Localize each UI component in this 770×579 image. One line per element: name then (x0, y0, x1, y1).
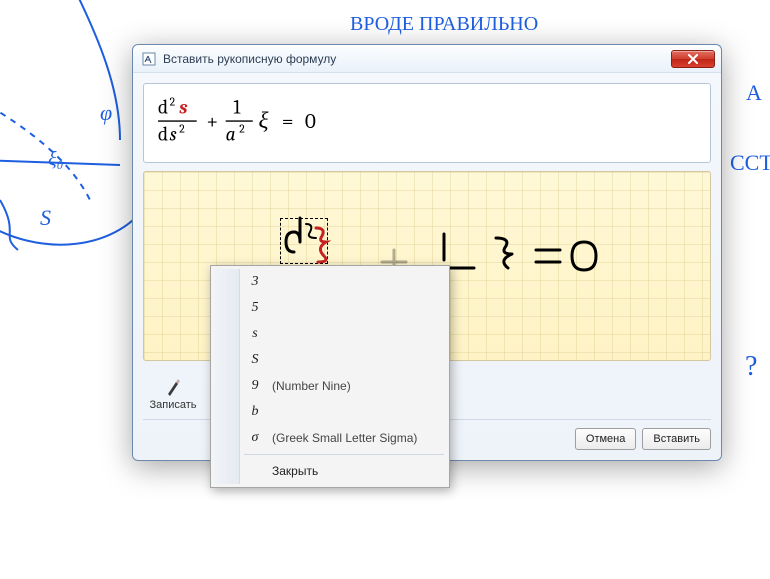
svg-text:1: 1 (233, 96, 241, 118)
menu-item[interactable]: 3 (214, 269, 446, 295)
write-tool-button[interactable]: Записать (143, 369, 203, 413)
close-button[interactable] (671, 50, 715, 68)
svg-text:d: d (158, 123, 168, 145)
app-icon (141, 51, 157, 67)
insert-button[interactable]: Вставить (642, 428, 711, 450)
bg-label-xi0: ξ₀ (48, 148, 64, 170)
bg-label-s: S (40, 205, 51, 230)
svg-text:2: 2 (239, 123, 245, 136)
formula-error-char: s (179, 96, 188, 118)
menu-separator (244, 454, 444, 455)
formula-svg: d 2 s d s 2 + 1 a 2 ξ = (158, 94, 448, 152)
dialog-title: Вставить рукописную формулу (163, 52, 671, 66)
bg-top-text: ВРОДЕ ПРАВИЛЬНО (350, 13, 538, 35)
menu-item[interactable]: S (214, 347, 446, 373)
menu-item[interactable]: σ(Greek Small Letter Sigma) (214, 425, 446, 451)
correction-menu: 3 5 s S 9(Number Nine) b σ(Greek Small L… (210, 265, 450, 488)
menu-item[interactable]: 9(Number Nine) (214, 373, 446, 399)
bg-right1: А (746, 80, 762, 105)
svg-text:=: = (282, 110, 294, 134)
svg-text:d: d (158, 96, 168, 118)
svg-text:ξ: ξ (259, 107, 269, 134)
svg-text:s: s (170, 123, 177, 145)
menu-close-item[interactable]: Закрыть (214, 458, 446, 484)
titlebar[interactable]: Вставить рукописную формулу (133, 45, 721, 73)
svg-text:2: 2 (179, 123, 185, 136)
bg-right2: ССТ (730, 150, 770, 175)
svg-text:0: 0 (305, 110, 316, 134)
cancel-button[interactable]: Отмена (575, 428, 636, 450)
svg-text:+: + (206, 110, 218, 134)
bg-right3: ? (745, 351, 757, 382)
recognized-formula: d 2 s d s 2 + 1 a 2 ξ = (143, 83, 711, 163)
menu-item[interactable]: 5 (214, 295, 446, 321)
menu-item[interactable]: s (214, 321, 446, 347)
menu-item[interactable]: b (214, 399, 446, 425)
svg-text:a: a (226, 123, 236, 145)
pen-icon (165, 377, 181, 397)
bg-label-phi: φ (100, 100, 112, 125)
write-tool-label: Записать (149, 399, 196, 411)
svg-text:2: 2 (170, 96, 176, 109)
